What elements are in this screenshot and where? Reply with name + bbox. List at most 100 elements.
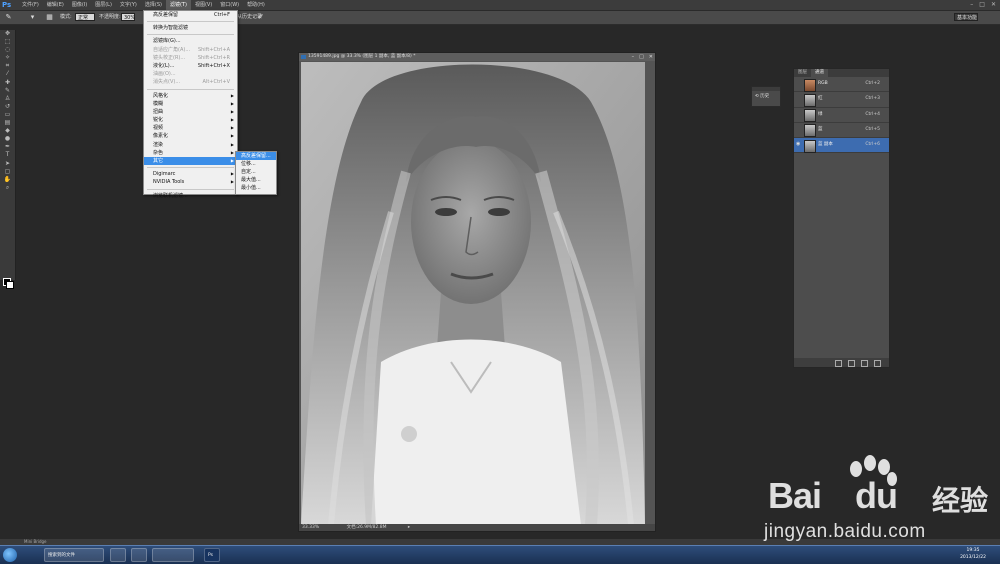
filter-menu-item[interactable]: 视频 ▶ (144, 124, 237, 132)
filter-menu-item[interactable]: 像素化 ▶ (144, 132, 237, 140)
filter-menu-item[interactable]: 模糊 ▶ (144, 100, 237, 108)
document-size-info[interactable]: 文档:26.9M/82.8M (321, 525, 387, 530)
channel-row[interactable]: 蓝 Ctrl+5 (794, 123, 889, 139)
load-selection-icon[interactable] (835, 360, 842, 367)
crop-tool-icon[interactable]: ⌗ (0, 62, 15, 70)
taskbar-item-browser[interactable]: 搜索到的文件 (44, 548, 104, 562)
visibility-eye-icon[interactable] (796, 112, 801, 117)
visibility-eye-icon[interactable]: ◉ (796, 142, 801, 147)
pen-tool-icon[interactable]: ✒ (0, 143, 15, 151)
doc-close-button[interactable]: ✕ (649, 53, 653, 61)
filter-menu-item[interactable]: 其它 ▶ (144, 157, 237, 166)
filter-menu-item[interactable]: 扭曲 ▶ (144, 108, 237, 116)
channel-shortcut: Ctrl+6 (865, 142, 880, 148)
history-brush-tool-icon[interactable]: ↺ (0, 103, 15, 111)
blur-tool-icon[interactable]: ◆ (0, 127, 15, 135)
taskbar-item-folder[interactable] (152, 548, 194, 562)
mode-select[interactable]: 正常 (75, 13, 95, 21)
clone-stamp-tool-icon[interactable]: ♙ (0, 95, 15, 103)
filter-menu-item[interactable]: NVIDIA Tools ▶ (144, 178, 237, 186)
eraser-tool-icon[interactable]: ▭ (0, 111, 15, 119)
doc-minimize-button[interactable]: – (632, 53, 635, 61)
save-selection-icon[interactable] (848, 360, 855, 367)
menu-separator (147, 88, 234, 90)
menu-item[interactable]: 文件(F) (18, 0, 43, 10)
hand-tool-icon[interactable]: ✋ (0, 176, 15, 184)
eyedropper-tool-icon[interactable]: ⁄ (0, 70, 15, 78)
menu-item[interactable]: 图层(L) (91, 0, 116, 10)
menu-item[interactable]: 视图(V) (191, 0, 216, 10)
document-title-bar[interactable]: 13591489.jpg @ 33.3% (图层 1 副本, 蓝 副本/8) *… (299, 53, 655, 61)
image-canvas[interactable] (301, 62, 645, 525)
visibility-eye-icon[interactable] (796, 96, 801, 101)
quick-select-tool-icon[interactable]: ✧ (0, 54, 15, 62)
menu-item[interactable]: 帮助(H) (243, 0, 269, 10)
panel-tab[interactable]: 通道 (811, 69, 828, 77)
channel-row[interactable]: 红 Ctrl+3 (794, 92, 889, 108)
photoshop-logo: Ps (2, 1, 12, 9)
brush-panel-icon[interactable]: ▦ (45, 13, 54, 22)
marquee-tool-icon[interactable]: ⬚ (0, 38, 15, 46)
filter-menu-item[interactable]: 滤镜库(G)... (144, 37, 237, 45)
shape-tool-icon[interactable]: ▢ (0, 168, 15, 176)
zoom-tool-icon[interactable]: ⌕ (0, 184, 15, 192)
history-panel-button[interactable]: ⟲ 历史 (752, 91, 780, 103)
menu-item[interactable]: 滤镜(T) (165, 0, 191, 10)
status-arrow-icon[interactable]: ▸ (388, 525, 410, 530)
start-button[interactable] (3, 548, 17, 562)
channel-row[interactable]: 绿 Ctrl+4 (794, 108, 889, 123)
brush-preset-icon[interactable]: ▾ (28, 13, 37, 22)
filter-menu-item[interactable]: 浏览联机滤镜... (144, 192, 237, 200)
menu-item[interactable]: 文字(Y) (116, 0, 141, 10)
doc-maximize-button[interactable]: □ (639, 53, 644, 61)
type-tool-icon[interactable]: T (0, 151, 15, 159)
filter-menu-item[interactable]: 液化(L)... Shift+Ctrl+X (144, 62, 237, 70)
filter-menu-item[interactable]: 转换为智能滤镜 (144, 24, 237, 32)
lasso-tool-icon[interactable]: ◌ (0, 46, 15, 54)
visibility-eye-icon[interactable] (796, 81, 801, 86)
panel-tab[interactable]: 图层 (794, 69, 811, 77)
close-button[interactable]: ✕ (991, 0, 996, 10)
background-color-swatch[interactable] (6, 281, 14, 289)
history-panel-collapsed[interactable]: ⟲ 历史 (751, 86, 781, 107)
delete-channel-icon[interactable] (874, 360, 881, 367)
submenu-item[interactable]: 高反差保留... (236, 152, 276, 160)
menu-item[interactable]: 窗口(W) (216, 0, 243, 10)
workspace-select[interactable]: 基本功能 (954, 13, 978, 21)
system-clock[interactable]: 19:35 2013/12/22 (960, 547, 986, 561)
filter-menu-item[interactable]: 渲染 ▶ (144, 141, 237, 149)
filter-menu-item[interactable]: 杂色 ▶ (144, 149, 237, 157)
zoom-level[interactable]: 33.33% (299, 525, 319, 530)
menu-item[interactable]: 编辑(E) (43, 0, 68, 10)
submenu-item[interactable]: 最小值... (236, 184, 276, 192)
filter-menu-item[interactable]: 锐化 ▶ (144, 116, 237, 124)
tablet-pressure-icon[interactable]: ✐ (256, 13, 265, 22)
filter-menu-item[interactable]: 风格化 ▶ (144, 92, 237, 100)
visibility-eye-icon[interactable] (796, 127, 801, 132)
minimize-button[interactable]: – (970, 0, 973, 10)
opacity-input[interactable]: 30% (121, 13, 135, 21)
taskbar-item-photoshop[interactable]: Ps (204, 548, 220, 562)
filter-menu-item[interactable]: 高反差保留 Ctrl+F (144, 11, 237, 19)
brush-icon[interactable]: ✎ (4, 13, 13, 22)
menu-item[interactable]: 选择(S) (141, 0, 166, 10)
dodge-tool-icon[interactable]: ● (0, 135, 15, 143)
filter-menu-item[interactable]: Digimarc ▶ (144, 170, 237, 178)
submenu-item[interactable]: 位移... (236, 160, 276, 168)
menu-item[interactable]: 图像(I) (68, 0, 91, 10)
channel-row[interactable]: RGB Ctrl+2 (794, 77, 889, 93)
channel-row[interactable]: ◉ 蓝 副本 Ctrl+6 (794, 138, 889, 154)
maximize-button[interactable]: □ (979, 0, 985, 10)
gradient-tool-icon[interactable]: ▤ (0, 119, 15, 127)
brush-tool-icon[interactable]: ✎ (0, 87, 15, 95)
taskbar-item-app1[interactable] (110, 548, 126, 562)
submenu-item[interactable]: 自定... (236, 168, 276, 176)
taskbar-item-app2[interactable] (131, 548, 147, 562)
new-channel-icon[interactable] (861, 360, 868, 367)
submenu-item[interactable]: 最大值... (236, 176, 276, 184)
document-title: 13591489.jpg @ 33.3% (图层 1 副本, 蓝 副本/8) * (308, 54, 416, 59)
path-select-tool-icon[interactable]: ➤ (0, 160, 15, 168)
healing-tool-icon[interactable]: ✚ (0, 79, 15, 87)
channel-name: 红 (818, 96, 823, 102)
move-tool-icon[interactable]: ✥ (0, 30, 15, 38)
